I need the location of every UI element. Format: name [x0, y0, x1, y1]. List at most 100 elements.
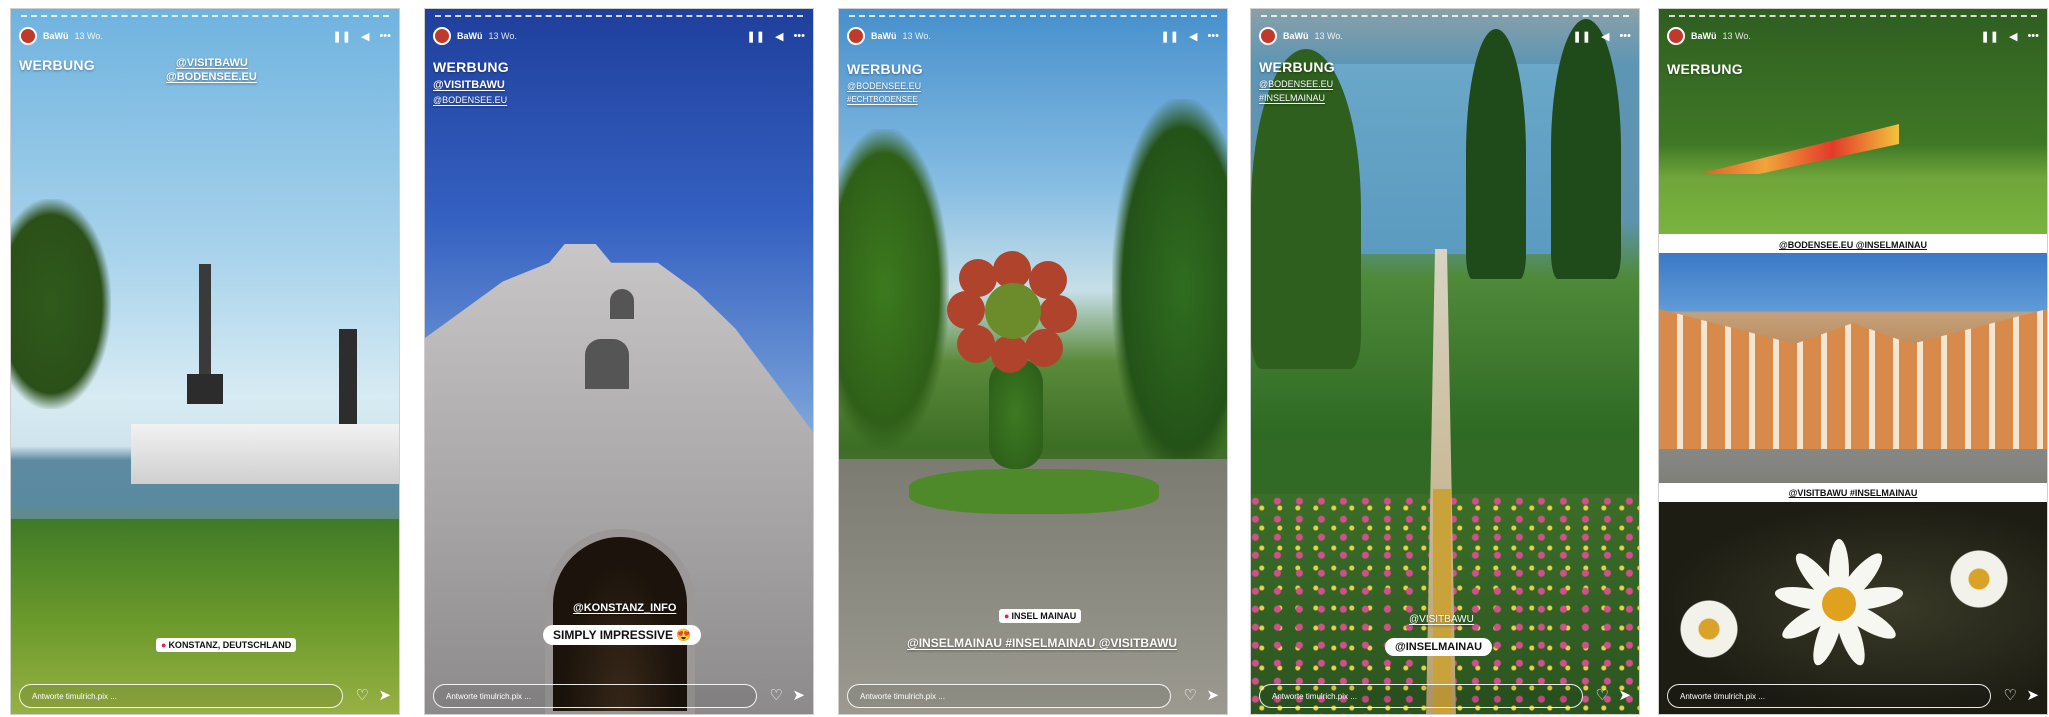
- cypress-photo-element: [1466, 29, 1526, 279]
- pause-icon[interactable]: ❚❚: [1981, 30, 1999, 43]
- speaker-icon[interactable]: ◀: [775, 30, 783, 43]
- post-age: 13 Wo.: [1722, 31, 1751, 41]
- speaker-icon[interactable]: ◀: [361, 30, 369, 43]
- send-icon[interactable]: ➤: [1206, 686, 1219, 704]
- mention-konstanz-info[interactable]: @KONSTANZ_INFO: [573, 602, 676, 614]
- speaker-icon[interactable]: ◀: [1189, 30, 1197, 43]
- story-progress-bar: [1669, 15, 2037, 17]
- hashtag-echtbodensee[interactable]: #ECHTBODENSEE: [847, 95, 918, 104]
- daisy-small: [1949, 549, 2009, 609]
- palace-building: [1659, 309, 2047, 449]
- heart-icon[interactable]: ♡: [1596, 686, 1609, 704]
- mention-visitbawu[interactable]: @VISITBAWU: [433, 79, 505, 91]
- story-header: BaWü 13 Wo. ❚❚ ◀ •••: [19, 23, 391, 49]
- ship-photo-element: [131, 424, 399, 484]
- pause-icon[interactable]: ❚❚: [747, 30, 765, 43]
- pause-icon[interactable]: ❚❚: [333, 30, 351, 43]
- post-age: 13 Wo.: [488, 31, 517, 41]
- location-pin-icon: ●: [161, 640, 167, 650]
- send-icon[interactable]: ➤: [378, 686, 391, 704]
- cathedral-window: [610, 289, 634, 319]
- lawn-photo-element: [909, 469, 1159, 514]
- ad-label: WERBUNG: [1667, 61, 1743, 77]
- story-konstanz-cathedral[interactable]: BaWü 13 Wo. ❚❚ ◀ ••• WERBUNG @VISITBAWU …: [424, 8, 814, 715]
- more-icon[interactable]: •••: [1207, 30, 1219, 42]
- water-channel-photo-element: [1433, 489, 1451, 714]
- story-progress-bar: [849, 15, 1217, 17]
- collage-caption-1[interactable]: @BODENSEE.EU @INSELMAINAU: [1659, 240, 2047, 250]
- tower-photo-element: [339, 329, 357, 424]
- daisy-small: [1679, 599, 1739, 659]
- post-age: 13 Wo.: [902, 31, 931, 41]
- avatar[interactable]: [1667, 27, 1685, 45]
- tree-photo-element: [1112, 99, 1227, 479]
- daisy-flower: [1764, 529, 1914, 679]
- story-mainau-garden[interactable]: BaWü 13 Wo. ❚❚ ◀ ••• WERBUNG @BODENSEE.E…: [1250, 8, 1640, 715]
- avatar[interactable]: [19, 27, 37, 45]
- mention-visitbawu[interactable]: @VISITBAWU: [176, 57, 248, 69]
- username[interactable]: BaWü: [1283, 31, 1309, 41]
- send-icon[interactable]: ➤: [1618, 686, 1631, 704]
- ad-label: WERBUNG: [847, 61, 923, 77]
- send-icon[interactable]: ➤: [2026, 686, 2039, 704]
- ad-label: WERBUNG: [1259, 59, 1335, 75]
- username[interactable]: BaWü: [457, 31, 483, 41]
- story-progress-bar: [21, 15, 389, 17]
- story-header: BaWü 13 Wo. ❚❚ ◀ •••: [1259, 23, 1631, 49]
- mention-bodensee[interactable]: @BODENSEE.EU: [1259, 79, 1333, 89]
- text-sticker[interactable]: SIMPLY IMPRESSIVE 😍: [543, 625, 702, 645]
- location-sticker[interactable]: ● INSEL MAINAU: [999, 609, 1082, 623]
- tree-photo-element: [11, 199, 111, 409]
- username[interactable]: BaWü: [1691, 31, 1717, 41]
- ad-label: WERBUNG: [19, 57, 95, 73]
- collage-caption-2[interactable]: @VISITBAWU #INSELMAINAU: [1659, 488, 2047, 498]
- pause-icon[interactable]: ❚❚: [1161, 30, 1179, 43]
- story-header: BaWü 13 Wo. ❚❚ ◀ •••: [847, 23, 1219, 49]
- reply-input[interactable]: Antworte timulrich.pix ...: [1667, 684, 1991, 708]
- mention-visitbawu[interactable]: @VISITBAWU: [1409, 614, 1474, 625]
- reply-input[interactable]: Antworte timulrich.pix ...: [847, 684, 1171, 708]
- avatar[interactable]: [1259, 27, 1277, 45]
- location-pin-icon: ●: [1004, 611, 1010, 621]
- hashtag-inselmainau[interactable]: #INSELMAINAU: [1259, 93, 1325, 103]
- post-age: 13 Wo.: [74, 31, 103, 41]
- story-konstanz-harbor[interactable]: BaWü 13 Wo. ❚❚ ◀ ••• WERBUNG @VISITBAWU …: [10, 8, 400, 715]
- heart-icon[interactable]: ♡: [1184, 686, 1197, 704]
- heart-icon[interactable]: ♡: [770, 686, 783, 704]
- reply-input[interactable]: Antworte timulrich.pix ...: [433, 684, 757, 708]
- more-icon[interactable]: •••: [793, 30, 805, 42]
- post-age: 13 Wo.: [1314, 31, 1343, 41]
- reply-input[interactable]: Antworte timulrich.pix ...: [1259, 684, 1583, 708]
- location-sticker[interactable]: ● KONSTANZ, DEUTSCHLAND: [156, 638, 297, 652]
- flower-figure-stem: [989, 359, 1043, 469]
- story-mainau-flower[interactable]: BaWü 13 Wo. ❚❚ ◀ ••• WERBUNG @BODENSEE.E…: [838, 8, 1228, 715]
- flower-figure: [947, 251, 1077, 373]
- mention-sticker-inselmainau[interactable]: @INSELMAINAU: [1385, 638, 1493, 656]
- story-progress-bar: [435, 15, 803, 17]
- mention-bodensee[interactable]: @BODENSEE.EU: [433, 95, 507, 105]
- location-text: KONSTANZ, DEUTSCHLAND: [168, 640, 292, 650]
- caption-tags[interactable]: @INSELMAINAU #INSELMAINAU @VISITBAWU: [907, 636, 1177, 650]
- more-icon[interactable]: •••: [1619, 30, 1631, 42]
- username[interactable]: BaWü: [871, 31, 897, 41]
- avatar[interactable]: [433, 27, 451, 45]
- story-header: BaWü 13 Wo. ❚❚ ◀ •••: [1667, 23, 2039, 49]
- reply-input[interactable]: Antworte timulrich.pix ...: [19, 684, 343, 708]
- username[interactable]: BaWü: [43, 31, 69, 41]
- mention-bodensee[interactable]: @BODENSEE.EU: [847, 81, 921, 91]
- speaker-icon[interactable]: ◀: [1601, 30, 1609, 43]
- send-icon[interactable]: ➤: [792, 686, 805, 704]
- imperia-statue-photo-element: [187, 264, 223, 404]
- cathedral-window: [585, 339, 629, 389]
- story-mainau-collage[interactable]: @BODENSEE.EU @INSELMAINAU @VISITBAWU #IN…: [1658, 8, 2048, 715]
- ad-label: WERBUNG: [433, 59, 509, 75]
- avatar[interactable]: [847, 27, 865, 45]
- pause-icon[interactable]: ❚❚: [1573, 30, 1591, 43]
- more-icon[interactable]: •••: [2027, 30, 2039, 42]
- heart-icon[interactable]: ♡: [2004, 686, 2017, 704]
- heart-icon[interactable]: ♡: [356, 686, 369, 704]
- story-header: BaWü 13 Wo. ❚❚ ◀ •••: [433, 23, 805, 49]
- speaker-icon[interactable]: ◀: [2009, 30, 2017, 43]
- mention-bodensee[interactable]: @BODENSEE.EU: [166, 71, 257, 83]
- more-icon[interactable]: •••: [379, 30, 391, 42]
